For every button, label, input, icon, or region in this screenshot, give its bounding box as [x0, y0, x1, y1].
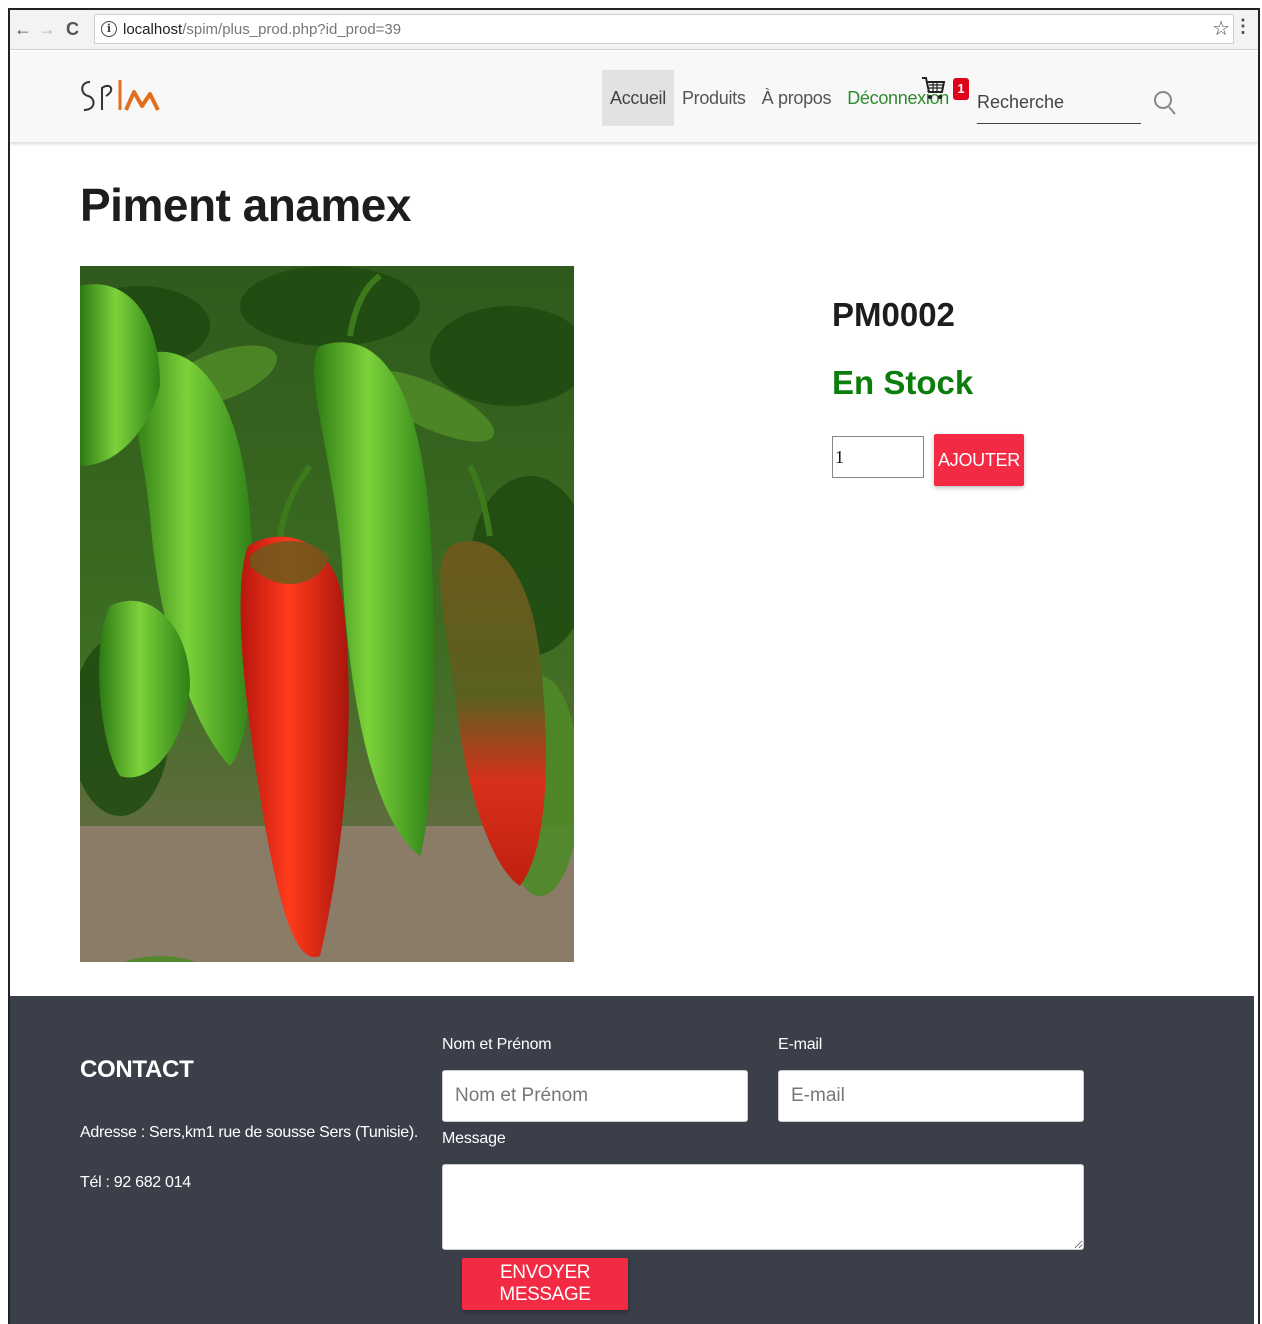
url-text: localhost/spim/plus_prod.php?id_prod=39 [123, 21, 401, 38]
search-icon[interactable] [1152, 88, 1178, 118]
message-field[interactable] [442, 1164, 1084, 1250]
forward-arrow-icon[interactable]: → [38, 18, 56, 40]
nav-a-propos[interactable]: À propos [754, 70, 840, 126]
bookmark-star-icon[interactable]: ☆ [1212, 16, 1230, 41]
send-message-button[interactable]: ENVOYER MESSAGE [462, 1258, 628, 1310]
browser-window: ← → C i localhost/spim/plus_prod.php?id_… [8, 8, 1260, 1324]
site-navbar: Accueil Produits À propos Déconnexion 1 [10, 52, 1258, 142]
contact-phone: Tél : 92 682 014 [80, 1174, 191, 1191]
search-input[interactable] [977, 82, 1141, 124]
name-label: Nom et Prénom [442, 1036, 552, 1053]
url-host: localhost [123, 21, 183, 38]
info-icon[interactable]: i [101, 21, 117, 37]
nav-produits[interactable]: Produits [674, 70, 754, 126]
pepper-photo [80, 266, 574, 962]
email-field[interactable] [778, 1070, 1084, 1122]
address-bar[interactable]: i localhost/spim/plus_prod.php?id_prod=3… [94, 14, 1234, 44]
nav-links: Accueil Produits À propos Déconnexion [602, 70, 957, 126]
message-label: Message [442, 1130, 506, 1147]
browser-menu-icon[interactable]: ⋮ [1234, 16, 1252, 37]
spim-logo[interactable] [76, 72, 166, 122]
footer-contact: CONTACT Adresse : Sers,km1 rue de sousse… [10, 996, 1254, 1324]
add-to-cart-button[interactable]: AJOUTER [934, 434, 1024, 486]
name-field[interactable] [442, 1070, 748, 1122]
contact-heading: CONTACT [80, 1056, 194, 1083]
browser-toolbar: ← → C i localhost/spim/plus_prod.php?id_… [10, 10, 1258, 50]
shopping-cart-icon[interactable] [920, 74, 946, 102]
cart-count-badge: 1 [953, 78, 969, 100]
product-image [80, 266, 574, 962]
contact-address: Adresse : Sers,km1 rue de sousse Sers (T… [80, 1124, 419, 1141]
back-arrow-icon[interactable]: ← [14, 18, 32, 40]
email-label: E-mail [778, 1036, 823, 1053]
product-title: Piment anamex [80, 179, 411, 231]
nav-accueil[interactable]: Accueil [602, 70, 674, 126]
reload-icon[interactable]: C [66, 18, 79, 40]
stock-status: En Stock [832, 364, 974, 401]
quantity-input[interactable] [832, 436, 924, 478]
product-reference: PM0002 [832, 296, 955, 333]
url-path: /spim/plus_prod.php?id_prod=39 [182, 21, 402, 38]
